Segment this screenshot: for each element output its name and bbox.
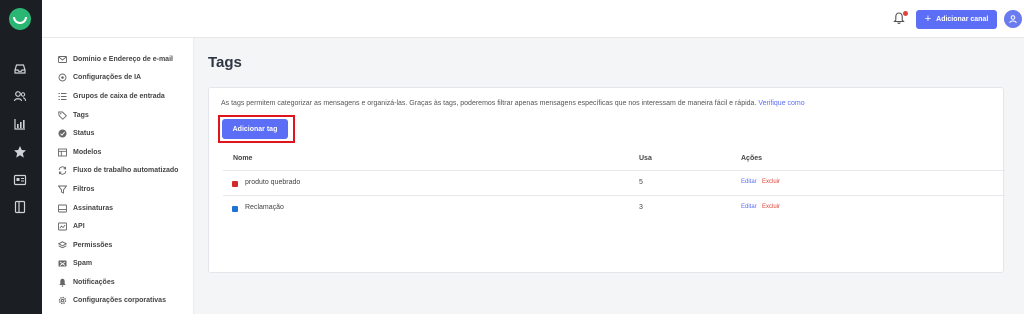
sidebar-item-api[interactable]: API [58, 220, 85, 232]
sidebar-item-tags[interactable]: Tags [58, 109, 89, 121]
sidebar-item-label: Grupos de caixa de entrada [73, 92, 165, 100]
tag-color-dot [232, 181, 238, 187]
tags-card: As tags permitem categorizar as mensagen… [208, 87, 1005, 273]
panel-toggle-icon[interactable] [11, 198, 29, 216]
table-row: Reclamação 3 Editar Excluir [223, 196, 1005, 220]
sidebar-item-signatures[interactable]: Assinaturas [58, 202, 113, 214]
api-icon [58, 222, 67, 231]
sidebar-item-label: Assinaturas [73, 204, 114, 212]
permissions-icon [58, 240, 67, 250]
email-domain-icon [58, 55, 67, 64]
settings-sidebar: Domínio e Endereço de e-mail Configuraçõ… [42, 38, 194, 314]
tag-usage-count: 5 [639, 179, 643, 186]
sidebar-item-workflow[interactable]: Fluxo de trabalho automatizado [58, 164, 178, 176]
learn-more-link[interactable]: Verifique como [758, 100, 804, 107]
add-channel-button[interactable]: + Adicionar canal [916, 10, 997, 29]
sidebar-item-label: Domínio e Endereço de e-mail [73, 55, 173, 63]
sidebar-item-label: Filtros [73, 185, 95, 193]
tag-name: produto quebrado [245, 179, 301, 186]
sidebar-item-spam[interactable]: Spam [58, 257, 92, 269]
sidebar-item-permissions[interactable]: Permissões [58, 239, 112, 251]
status-icon [58, 129, 67, 138]
user-avatar[interactable] [1004, 10, 1022, 28]
signature-icon [58, 204, 67, 213]
add-channel-label: Adicionar canal [936, 16, 989, 23]
sidebar-item-corporate-settings[interactable]: Configurações corporativas [58, 294, 166, 306]
sidebar-item-email-domain[interactable]: Domínio e Endereço de e-mail [58, 53, 173, 65]
inbox-icon[interactable] [11, 60, 29, 78]
tags-description: As tags permitem categorizar as mensagen… [221, 100, 805, 107]
notification-dot [903, 11, 908, 16]
sidebar-item-filters[interactable]: Filtros [58, 183, 94, 195]
sidebar-item-label: Notificações [73, 278, 115, 286]
sidebar-item-ai-settings[interactable]: Configurações de IA [58, 71, 141, 83]
sidebar-item-label: Tags [73, 111, 89, 119]
spam-icon [58, 259, 67, 268]
tag-icon [58, 111, 67, 120]
bell-icon [58, 278, 67, 287]
column-header-usage: Usa [639, 155, 652, 162]
workflow-icon [58, 165, 67, 175]
sidebar-item-label: Modelos [73, 148, 102, 156]
edit-tag-link[interactable]: Editar [741, 204, 757, 210]
column-header-actions: Ações [741, 155, 763, 162]
contacts-card-icon[interactable] [11, 171, 29, 189]
page-title: Tags [208, 54, 242, 71]
tag-color-dot [232, 206, 238, 212]
tag-usage-count: 3 [639, 204, 643, 211]
sidebar-item-status[interactable]: Status [58, 127, 94, 139]
sidebar-item-label: API [73, 222, 85, 230]
reports-icon[interactable] [11, 115, 29, 133]
top-bar: + Adicionar canal [42, 0, 1024, 38]
ai-settings-icon [58, 73, 67, 82]
filter-icon [58, 185, 67, 194]
app-rail [0, 0, 42, 314]
sidebar-item-inbox-groups[interactable]: Grupos de caixa de entrada [58, 90, 165, 102]
star-icon[interactable] [11, 143, 29, 161]
sidebar-item-templates[interactable]: Modelos [58, 146, 101, 158]
gear-icon [58, 296, 67, 305]
templates-icon [58, 148, 67, 157]
edit-tag-link[interactable]: Editar [741, 179, 757, 185]
list-icon [58, 92, 67, 101]
table-row: produto quebrado 5 Editar Excluir [223, 171, 1005, 195]
sidebar-item-label: Configurações corporativas [73, 296, 166, 304]
plus-icon: + [924, 13, 932, 25]
sidebar-item-label: Fluxo de trabalho automatizado [73, 166, 179, 174]
contacts-icon[interactable] [11, 87, 29, 105]
description-text: As tags permitem categorizar as mensagen… [221, 100, 757, 107]
app-logo[interactable] [9, 8, 31, 30]
tag-name: Reclamação [245, 204, 284, 211]
sidebar-item-label: Status [73, 129, 95, 137]
sidebar-item-notifications[interactable]: Notificações [58, 276, 115, 288]
highlight-box [218, 115, 295, 143]
sidebar-item-label: Permissões [73, 241, 113, 249]
sidebar-item-label: Configurações de IA [73, 73, 142, 81]
sidebar-item-label: Spam [73, 259, 93, 267]
notifications-bell-icon[interactable] [892, 11, 908, 27]
main-content: Tags As tags permitem categorizar as men… [194, 38, 1024, 314]
delete-tag-link[interactable]: Excluir [762, 179, 780, 185]
delete-tag-link[interactable]: Excluir [762, 204, 780, 210]
column-header-name: Nome [233, 155, 253, 162]
